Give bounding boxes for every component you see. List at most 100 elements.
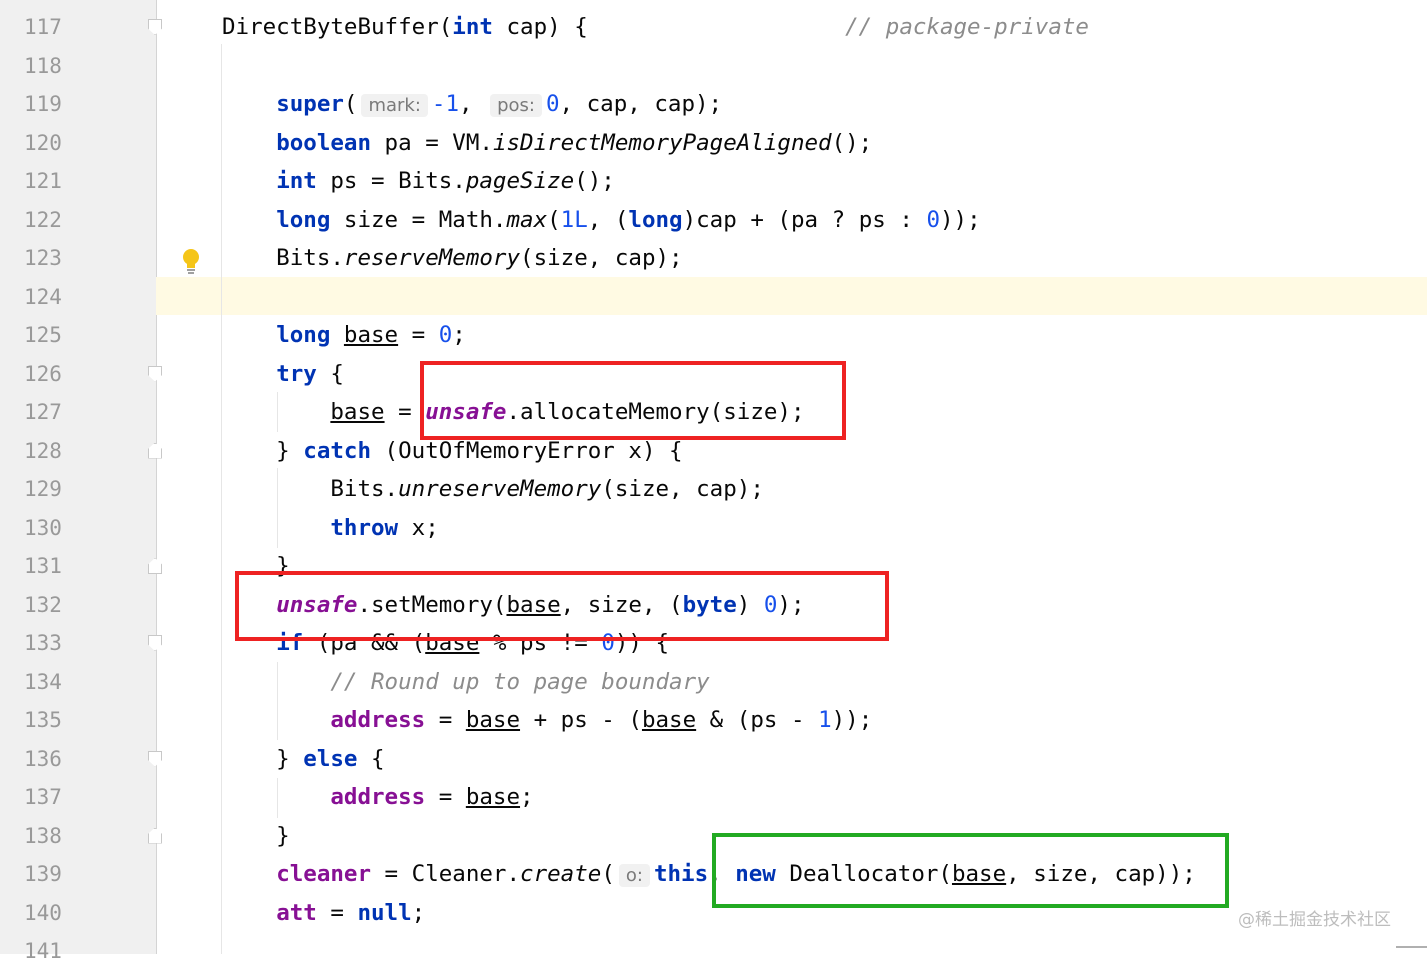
code-token: base xyxy=(465,707,521,733)
code-token: , xyxy=(459,91,487,117)
code-token: (size, cap); xyxy=(520,245,683,271)
code-token: 1 xyxy=(818,707,832,733)
code-token: )); xyxy=(831,707,873,733)
code-token: x; xyxy=(398,514,439,541)
code-token: = Cleaner. xyxy=(371,861,521,887)
code-token: ; xyxy=(411,899,426,926)
code-token: Bits. xyxy=(222,476,399,502)
code-token: int xyxy=(276,168,317,194)
code-line[interactable]: att = null; xyxy=(222,894,425,932)
code-line[interactable]: Bits.unreserveMemory(size, cap); xyxy=(222,470,764,508)
code-token: 0 xyxy=(546,91,560,117)
code-token: pa = VM. xyxy=(371,129,493,156)
code-token: = xyxy=(316,899,358,926)
code-token: reserveMemory xyxy=(343,245,521,271)
code-token: } xyxy=(222,437,304,464)
code-token: att xyxy=(276,899,317,926)
code-token: address xyxy=(330,707,426,733)
code-area[interactable]: DirectByteBuffer(int cap) { // package-p… xyxy=(0,0,1427,954)
code-token: // package-private xyxy=(845,14,1089,40)
code-token: null xyxy=(357,899,412,926)
code-line[interactable]: long base = 0; xyxy=(222,316,466,354)
code-line[interactable]: address = base + ps - (base & (ps - 1)); xyxy=(222,701,872,739)
code-line[interactable]: throw x; xyxy=(222,509,439,547)
code-token: catch xyxy=(303,437,372,464)
code-token: pageSize xyxy=(465,168,575,194)
code-token: // Round up to page boundary xyxy=(330,668,710,695)
code-token: { xyxy=(357,745,385,772)
code-token: ( xyxy=(601,861,615,887)
code-token: super xyxy=(276,91,344,117)
code-line[interactable]: boolean pa = VM.isDirectMemoryPageAligne… xyxy=(222,124,872,162)
code-token: long xyxy=(276,322,331,348)
code-line[interactable]: super(mark: -1, pos: 0, cap, cap); xyxy=(222,85,722,123)
code-token: 1L xyxy=(560,206,588,233)
code-token: create xyxy=(520,861,602,887)
code-token: (OutOfMemoryError x) { xyxy=(371,437,683,464)
code-token: )); xyxy=(939,206,981,233)
code-token: max xyxy=(506,206,548,233)
code-token: isDirectMemoryPageAligned xyxy=(492,129,832,156)
code-line[interactable]: // Round up to page boundary xyxy=(222,663,710,701)
code-line[interactable]: } xyxy=(222,817,290,855)
code-token: this xyxy=(653,861,709,887)
code-token: + ps - ( xyxy=(520,707,642,733)
code-line[interactable]: DirectByteBuffer(int cap) { // package-p… xyxy=(222,8,1089,46)
code-token: base xyxy=(641,707,697,733)
code-token: Bits. xyxy=(222,245,344,271)
code-token: long xyxy=(628,206,683,233)
code-token: long xyxy=(276,206,331,233)
code-token: ; xyxy=(452,322,466,348)
annotation-box-deallocator xyxy=(712,833,1229,908)
annotation-box-set-memory xyxy=(235,571,889,641)
code-token: int xyxy=(452,14,493,40)
parameter-hint: mark: xyxy=(361,94,428,117)
code-token: ; xyxy=(520,784,534,810)
code-token: base xyxy=(343,322,399,348)
code-token: & (ps - xyxy=(696,707,819,733)
code-token: ( xyxy=(547,206,561,233)
scroll-marker[interactable] xyxy=(1396,946,1427,948)
code-token: address xyxy=(330,784,426,810)
code-token: ( xyxy=(343,91,358,117)
code-token: throw xyxy=(330,514,399,541)
code-line[interactable]: try { xyxy=(222,355,344,393)
code-token: (); xyxy=(831,129,873,156)
code-token: DirectByteBuffer( xyxy=(222,14,453,40)
code-token: = xyxy=(425,784,466,810)
code-token: size = Math. xyxy=(330,206,507,233)
code-token: , ( xyxy=(587,206,629,233)
watermark: @稀土掘金技术社区 xyxy=(1238,910,1391,930)
code-token: try xyxy=(276,360,317,387)
code-line[interactable]: Bits.reserveMemory(size, cap); xyxy=(222,239,683,277)
code-token: base xyxy=(330,399,385,425)
code-token: boolean xyxy=(276,129,372,156)
code-token: unreserveMemory xyxy=(398,476,602,502)
code-token: (size, cap); xyxy=(601,476,764,502)
code-token: } xyxy=(222,745,304,772)
code-line[interactable]: int ps = Bits.pageSize(); xyxy=(222,162,615,200)
code-token: -1 xyxy=(431,91,460,117)
code-token: { xyxy=(316,360,344,387)
annotation-box-allocate-memory xyxy=(420,361,846,440)
code-line[interactable]: } else { xyxy=(222,740,385,778)
code-line[interactable]: address = base; xyxy=(222,778,534,816)
code-token: = xyxy=(398,322,439,348)
code-line[interactable]: long size = Math.max(1L, (long)cap + (pa… xyxy=(222,201,981,239)
code-token: , cap, cap); xyxy=(559,91,723,117)
code-token: = xyxy=(425,707,466,733)
code-token: } xyxy=(222,822,290,849)
code-token: 0 xyxy=(438,322,453,348)
